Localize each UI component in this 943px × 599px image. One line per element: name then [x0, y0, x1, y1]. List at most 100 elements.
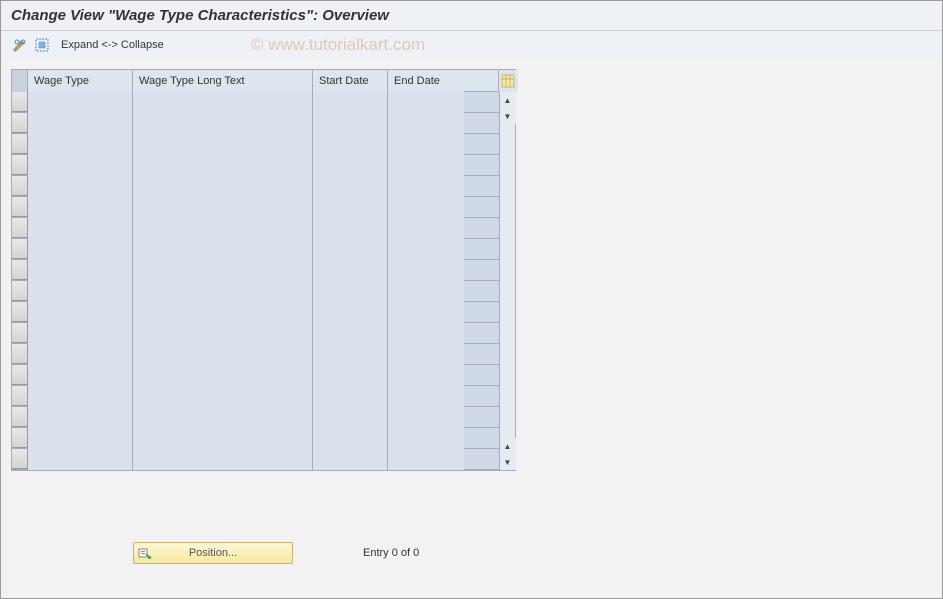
table-row[interactable]: [12, 344, 499, 365]
cell-end-date[interactable]: [388, 302, 464, 323]
cell-end-date[interactable]: [388, 281, 464, 302]
cell-long-text[interactable]: [133, 428, 313, 449]
cell-end-date[interactable]: [388, 92, 464, 113]
column-header-start-date[interactable]: Start Date: [313, 70, 388, 92]
row-selector[interactable]: [12, 407, 28, 427]
cell-long-text[interactable]: [133, 302, 313, 323]
table-row[interactable]: [12, 134, 499, 155]
cell-end-date[interactable]: [388, 449, 464, 470]
vertical-scrollbar[interactable]: ▲ ▼ ▲ ▼: [499, 70, 515, 470]
cell-wage-type[interactable]: [28, 218, 133, 239]
row-selector[interactable]: [12, 386, 28, 406]
cell-wage-type[interactable]: [28, 323, 133, 344]
scroll-down-bottom-icon[interactable]: ▼: [500, 454, 516, 470]
cell-end-date[interactable]: [388, 428, 464, 449]
cell-start-date[interactable]: [313, 344, 388, 365]
cell-long-text[interactable]: [133, 365, 313, 386]
cell-end-date[interactable]: [388, 176, 464, 197]
cell-wage-type[interactable]: [28, 407, 133, 428]
row-selector[interactable]: [12, 428, 28, 448]
table-row[interactable]: [12, 92, 499, 113]
cell-wage-type[interactable]: [28, 239, 133, 260]
row-selector[interactable]: [12, 281, 28, 301]
table-row[interactable]: [12, 386, 499, 407]
cell-wage-type[interactable]: [28, 176, 133, 197]
pencil-glasses-icon[interactable]: [11, 36, 29, 54]
table-row[interactable]: [12, 260, 499, 281]
row-selector[interactable]: [12, 113, 28, 133]
cell-end-date[interactable]: [388, 113, 464, 134]
table-row[interactable]: [12, 176, 499, 197]
cell-wage-type[interactable]: [28, 92, 133, 113]
column-header-long-text[interactable]: Wage Type Long Text: [133, 70, 313, 92]
cell-long-text[interactable]: [133, 281, 313, 302]
cell-long-text[interactable]: [133, 197, 313, 218]
scroll-up-bottom-icon[interactable]: ▲: [500, 438, 516, 454]
table-row[interactable]: [12, 155, 499, 176]
cell-wage-type[interactable]: [28, 113, 133, 134]
row-selector[interactable]: [12, 134, 28, 154]
table-row[interactable]: [12, 365, 499, 386]
cell-long-text[interactable]: [133, 176, 313, 197]
cell-wage-type[interactable]: [28, 260, 133, 281]
row-selector[interactable]: [12, 344, 28, 364]
table-row[interactable]: [12, 197, 499, 218]
cell-end-date[interactable]: [388, 386, 464, 407]
cell-wage-type[interactable]: [28, 449, 133, 470]
row-selector[interactable]: [12, 260, 28, 280]
table-settings-icon[interactable]: [498, 70, 518, 92]
cell-start-date[interactable]: [313, 92, 388, 113]
cell-wage-type[interactable]: [28, 197, 133, 218]
cell-wage-type[interactable]: [28, 155, 133, 176]
table-row[interactable]: [12, 239, 499, 260]
cell-end-date[interactable]: [388, 218, 464, 239]
cell-long-text[interactable]: [133, 113, 313, 134]
table-row[interactable]: [12, 281, 499, 302]
row-selector[interactable]: [12, 365, 28, 385]
cell-wage-type[interactable]: [28, 428, 133, 449]
cell-end-date[interactable]: [388, 407, 464, 428]
cell-start-date[interactable]: [313, 197, 388, 218]
table-row[interactable]: [12, 323, 499, 344]
cell-long-text[interactable]: [133, 92, 313, 113]
cell-end-date[interactable]: [388, 365, 464, 386]
cell-start-date[interactable]: [313, 386, 388, 407]
position-button[interactable]: Position...: [133, 542, 293, 564]
cell-long-text[interactable]: [133, 134, 313, 155]
cell-start-date[interactable]: [313, 113, 388, 134]
table-row[interactable]: [12, 302, 499, 323]
row-selector[interactable]: [12, 239, 28, 259]
cell-long-text[interactable]: [133, 407, 313, 428]
row-selector[interactable]: [12, 218, 28, 238]
cell-wage-type[interactable]: [28, 386, 133, 407]
cell-start-date[interactable]: [313, 218, 388, 239]
row-selector[interactable]: [12, 155, 28, 175]
cell-long-text[interactable]: [133, 155, 313, 176]
cell-wage-type[interactable]: [28, 281, 133, 302]
cell-start-date[interactable]: [313, 134, 388, 155]
cell-long-text[interactable]: [133, 344, 313, 365]
bounding-box-icon[interactable]: [33, 36, 51, 54]
cell-long-text[interactable]: [133, 323, 313, 344]
row-selector[interactable]: [12, 197, 28, 217]
cell-end-date[interactable]: [388, 323, 464, 344]
cell-start-date[interactable]: [313, 302, 388, 323]
row-selector[interactable]: [12, 302, 28, 322]
table-row[interactable]: [12, 449, 499, 470]
row-selector[interactable]: [12, 92, 28, 112]
cell-long-text[interactable]: [133, 386, 313, 407]
cell-start-date[interactable]: [313, 239, 388, 260]
cell-end-date[interactable]: [388, 134, 464, 155]
cell-long-text[interactable]: [133, 218, 313, 239]
cell-long-text[interactable]: [133, 449, 313, 470]
cell-long-text[interactable]: [133, 260, 313, 281]
row-selector[interactable]: [12, 176, 28, 196]
scroll-up-icon[interactable]: ▲: [500, 92, 516, 108]
cell-start-date[interactable]: [313, 428, 388, 449]
cell-end-date[interactable]: [388, 155, 464, 176]
cell-end-date[interactable]: [388, 260, 464, 281]
cell-start-date[interactable]: [313, 260, 388, 281]
expand-collapse-label[interactable]: Expand <-> Collapse: [61, 39, 164, 51]
cell-end-date[interactable]: [388, 197, 464, 218]
cell-wage-type[interactable]: [28, 344, 133, 365]
